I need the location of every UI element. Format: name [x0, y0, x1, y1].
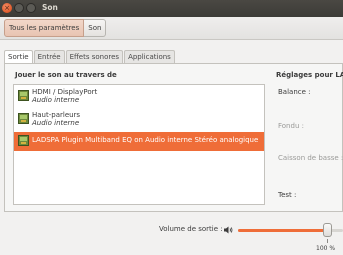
balance-label: Balance : — [278, 88, 311, 96]
list-item-ladspa[interactable]: LADSPA Plugin Multiband EQ on Audio inte… — [14, 132, 264, 151]
bass-label: Caisson de basse : — [278, 154, 343, 162]
output-panel: Jouer le son au travers de Réglages pour… — [4, 63, 343, 212]
test-label: Test : — [278, 191, 297, 199]
output-volume-label: Volume de sortie : — [159, 225, 223, 233]
device-list-heading: Jouer le son au travers de — [15, 71, 117, 79]
title-bar: × Son — [0, 0, 343, 17]
list-item-speakers[interactable]: Haut-parleurs Audio interne — [14, 110, 264, 129]
minimize-button[interactable] — [14, 3, 24, 13]
breadcrumb: Tous les paramètres Son — [4, 19, 107, 37]
volume-slider-handle[interactable] — [323, 223, 332, 237]
sound-card-icon — [18, 90, 29, 101]
sound-card-icon — [18, 113, 29, 124]
tab-input[interactable]: Entrée — [33, 50, 65, 63]
toolbar: Tous les paramètres Son — [0, 17, 343, 40]
maximize-button[interactable] — [26, 3, 36, 13]
speaker-icon[interactable] — [224, 226, 233, 234]
breadcrumb-all-settings[interactable]: Tous les paramètres — [4, 19, 85, 37]
device-subtitle: Audio interne — [32, 96, 80, 104]
volume-100-tick — [327, 239, 328, 243]
volume-slider-fill — [238, 229, 327, 232]
breadcrumb-sound[interactable]: Son — [84, 19, 107, 37]
tab-applications[interactable]: Applications — [124, 50, 175, 63]
output-device-list: HDMI / DisplayPort Audio interne Haut-pa… — [13, 84, 265, 205]
device-subtitle: Audio interne — [32, 119, 80, 127]
volume-100-label: 100 % — [316, 245, 336, 252]
tab-bar: Sortie Entrée Effets sonores Application… — [4, 50, 176, 64]
tab-output[interactable]: Sortie — [4, 50, 33, 64]
fade-label: Fondu : — [278, 122, 304, 130]
list-item-hdmi[interactable]: HDMI / DisplayPort Audio interne — [14, 87, 264, 106]
window-title: Son — [42, 3, 58, 12]
device-name: Haut-parleurs — [32, 111, 81, 119]
device-name: HDMI / DisplayPort — [32, 88, 98, 96]
settings-heading: Réglages pour LADS — [276, 71, 343, 79]
sound-card-icon — [18, 135, 29, 146]
tab-sound-effects[interactable]: Effets sonores — [65, 50, 124, 63]
close-icon[interactable]: × — [2, 3, 12, 13]
device-name: LADSPA Plugin Multiband EQ on Audio inte… — [32, 136, 259, 144]
